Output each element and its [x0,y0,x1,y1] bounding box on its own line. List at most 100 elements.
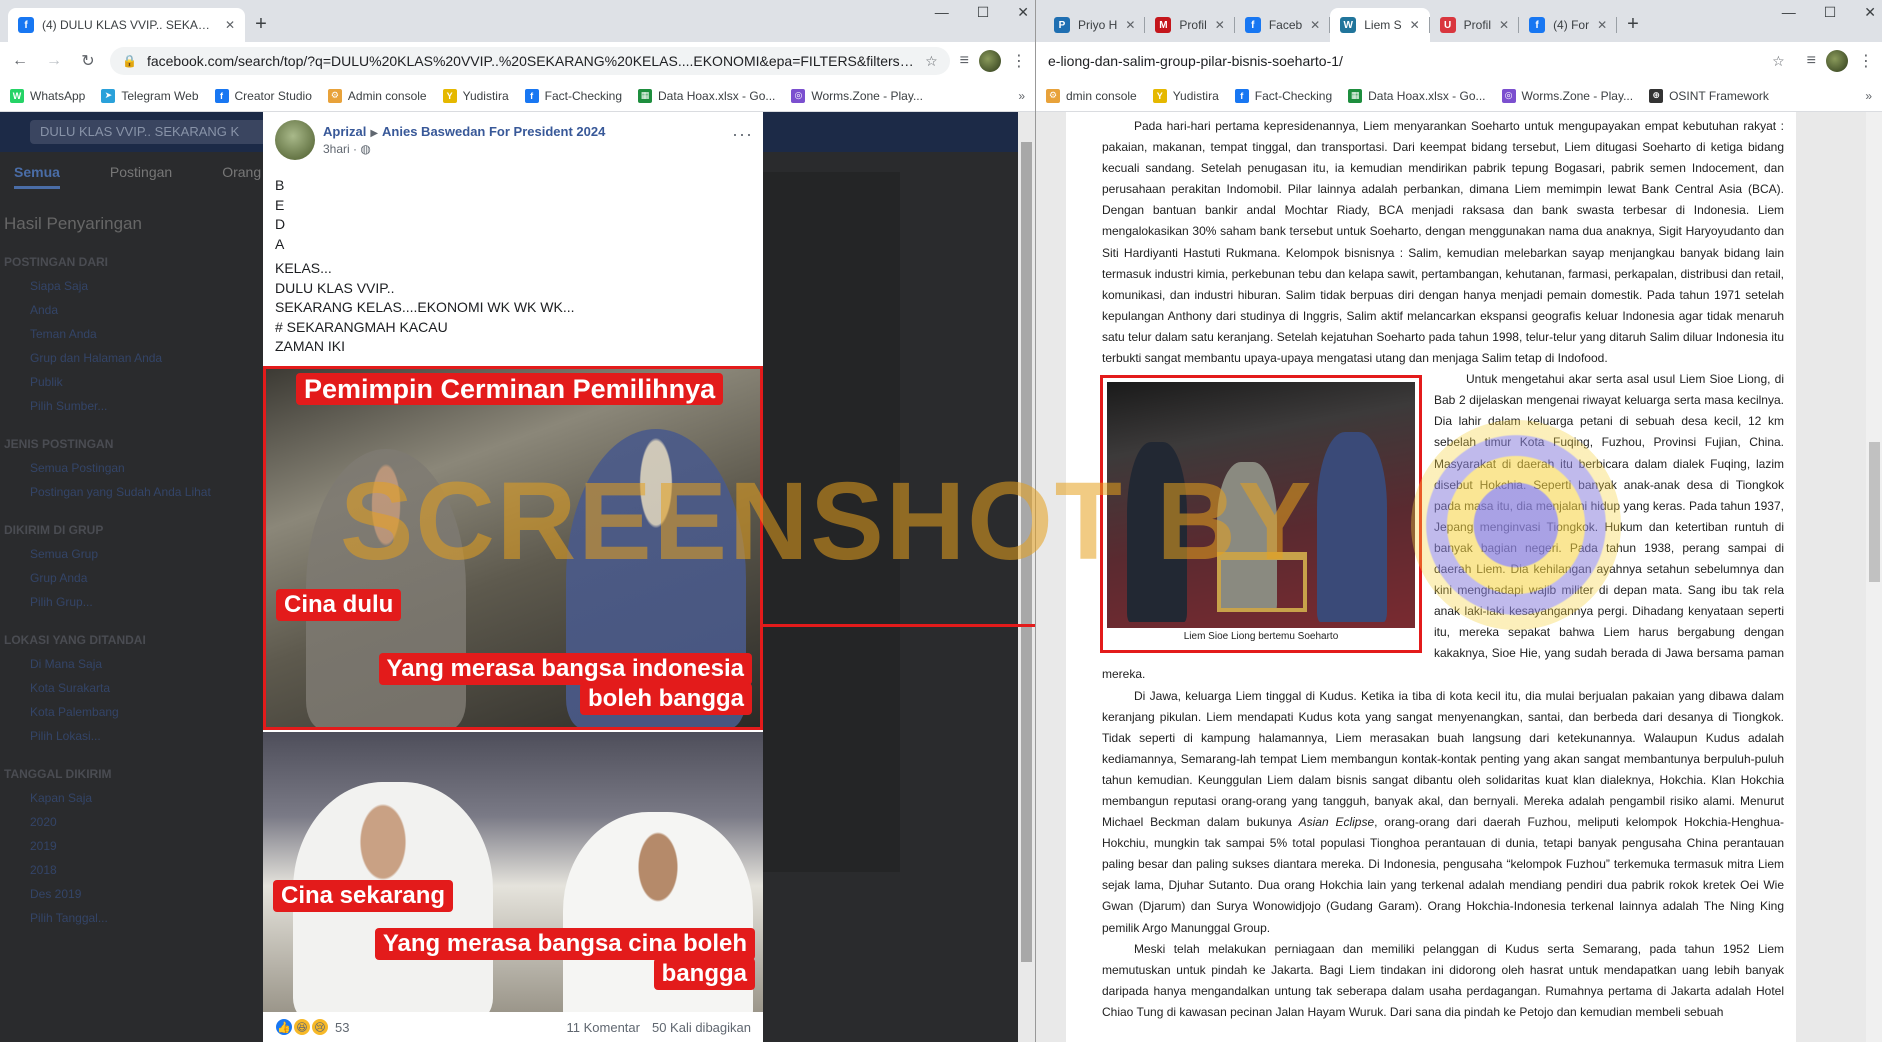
maximize-button[interactable]: ☐ [1824,4,1837,21]
post-timestamp[interactable]: 3hari · ◍ [323,142,605,156]
bookmark-item[interactable]: f Creator Studio [214,88,312,103]
bookmark-icon: ◎ [791,88,806,103]
close-tab-icon[interactable]: ✕ [1310,18,1320,32]
new-tab-button[interactable]: + [1617,13,1649,42]
filter-option[interactable]: 2019 [4,834,254,858]
article-page: Pada hari-hari pertama kepresidenannya, … [1036,112,1882,1042]
tab-5[interactable]: f (4) For ✕ [1519,8,1618,42]
bookmark-item[interactable]: ➤ Telegram Web [101,88,199,103]
bookmark-item[interactable]: ▦ Data Hoax.xlsx - Go... [638,88,775,103]
close-window-button[interactable]: ✕ [1864,4,1876,21]
post-line: ZAMAN IKI [275,338,346,354]
bookmark-item[interactable]: W WhatsApp [10,88,85,103]
bookmarks-overflow-icon[interactable]: » [1018,89,1025,103]
tab-3[interactable]: W Liem S ✕ [1330,8,1431,42]
bookmark-star-icon[interactable]: ☆ [1772,53,1785,70]
filter-option[interactable]: 2020 [4,810,254,834]
close-tab-icon[interactable]: ✕ [225,18,235,32]
filter-option[interactable]: Teman Anda [4,322,254,346]
filter-option[interactable]: Grup Anda [4,566,254,590]
close-tab-icon[interactable]: ✕ [1499,18,1509,32]
address-bar[interactable]: 🔒 facebook.com/search/top/?q=DULU%20KLAS… [110,47,950,75]
minimize-button[interactable]: — [1782,4,1796,21]
maximize-button[interactable]: ☐ [977,4,990,21]
author-avatar[interactable] [275,120,315,160]
reactions[interactable]: 👍 😆 😢 53 [275,1018,349,1036]
bookmark-item[interactable]: f Fact-Checking [524,88,623,103]
filter-option[interactable]: Kapan Saja [4,786,254,810]
menu-icon[interactable]: ⋮ [1858,51,1874,71]
article-scrollbar[interactable] [1866,112,1882,1042]
bookmark-item[interactable]: Y Yudistira [1152,88,1219,103]
filter-option[interactable]: Pilih Tanggal... [4,906,254,930]
filter-option[interactable]: Kota Surakarta [4,676,254,700]
new-tab-button[interactable]: + [245,13,277,42]
shares-link[interactable]: 50 Kali dibagikan [652,1020,751,1035]
bookmark-item[interactable]: ⚙ Admin console [327,88,427,103]
bookmark-item[interactable]: f Fact-Checking [1234,88,1332,103]
bookmark-item[interactable]: Y Yudistira [442,88,509,103]
close-tab-icon[interactable]: ✕ [1597,18,1607,32]
filter-option[interactable]: Pilih Grup... [4,590,254,614]
filter-option[interactable]: 2018 [4,858,254,882]
comments-link[interactable]: 11 Komentar [567,1020,640,1035]
bookmark-item[interactable]: ◎ Worms.Zone - Play... [1501,88,1633,103]
filter-option[interactable]: Des 2019 [4,882,254,906]
filter-option[interactable]: Di Mana Saja [4,652,254,676]
forward-icon[interactable]: → [42,52,66,70]
filter-option[interactable]: Pilih Sumber... [4,394,254,418]
minimize-button[interactable]: — [935,4,949,21]
bookmark-item[interactable]: ⊕ OSINT Framework [1649,88,1769,103]
profile-avatar[interactable] [979,50,1001,72]
tab-2[interactable]: f Faceb ✕ [1235,8,1331,42]
article-figure[interactable]: Liem Sioe Liong bertemu Soeharto [1100,375,1422,654]
close-tab-icon[interactable]: ✕ [1410,18,1420,32]
bookmark-label: Fact-Checking [544,88,623,103]
filter-option[interactable]: Kota Palembang [4,700,254,724]
tab-0[interactable]: P Priyo H ✕ [1044,8,1146,42]
meme-image-top[interactable]: Pemimpin Cerminan Pemilihnya Cina dulu Y… [263,366,763,730]
lock-icon[interactable]: 🔒 [122,54,137,68]
tab-1[interactable]: M Profil ✕ [1145,8,1236,42]
filter-option[interactable]: Grup dan Halaman Anda [4,346,254,370]
bookmarks-overflow-icon[interactable]: » [1865,89,1872,103]
profile-avatar[interactable] [1826,50,1848,72]
filter-option[interactable]: Semua Postingan [4,456,254,480]
filter-option[interactable]: Anda [4,298,254,322]
bookmark-item[interactable]: ◎ Worms.Zone - Play... [791,88,923,103]
media-control-icon[interactable]: ≡ [960,52,969,70]
address-bar-right[interactable]: e-liong-dan-salim-group-pilar-bisnis-soe… [1044,47,1797,75]
close-tab-icon[interactable]: ✕ [1215,18,1225,32]
fb-search-input[interactable]: DULU KLAS VVIP.. SEKARANG K [30,120,290,144]
tab-semua[interactable]: Semua [14,164,60,189]
author-name-link[interactable]: Aprizal [323,124,366,139]
tab-facebook-search[interactable]: f (4) DULU KLAS VVIP.. SEKARANG ✕ [8,8,246,42]
tab-4[interactable]: U Profil ✕ [1430,8,1520,42]
tab-postingan[interactable]: Postingan [110,164,172,189]
media-control-icon[interactable]: ≡ [1807,52,1816,70]
bookmark-star-icon[interactable]: ☆ [925,53,938,70]
tab-title: Faceb [1268,18,1303,32]
bookmark-item[interactable]: ▦ Data Hoax.xlsx - Go... [1348,88,1486,103]
close-window-button[interactable]: ✕ [1017,4,1029,21]
filter-option[interactable]: Siapa Saja [4,274,254,298]
scrollbar-thumb[interactable] [1869,442,1880,582]
close-tab-icon[interactable]: ✕ [1125,18,1135,32]
filter-option[interactable]: Pilih Lokasi... [4,724,254,748]
more-options-icon[interactable]: ··· [732,124,753,145]
bookmark-icon: f [214,88,229,103]
group-name-link[interactable]: Anies Baswedan For President 2024 [382,124,605,139]
meme-image-bottom[interactable]: Cina sekarang Yang merasa bangsa cina bo… [263,732,763,1012]
reload-icon[interactable]: ↻ [76,51,100,71]
page-scrollbar[interactable] [1018,112,1035,1042]
tab-orang[interactable]: Orang [222,164,261,189]
back-icon[interactable]: ← [8,52,32,70]
menu-icon[interactable]: ⋮ [1011,51,1027,71]
window-controls-right: — ☐ ✕ [1782,4,1876,21]
scrollbar-thumb[interactable] [1021,142,1032,962]
filter-option[interactable]: Publik [4,370,254,394]
filter-option[interactable]: Semua Grup [4,542,254,566]
bookmark-item[interactable]: ⚙ dmin console [1046,88,1137,103]
like-reaction-icon: 👍 [275,1018,293,1036]
filter-option[interactable]: Postingan yang Sudah Anda Lihat [4,480,254,504]
